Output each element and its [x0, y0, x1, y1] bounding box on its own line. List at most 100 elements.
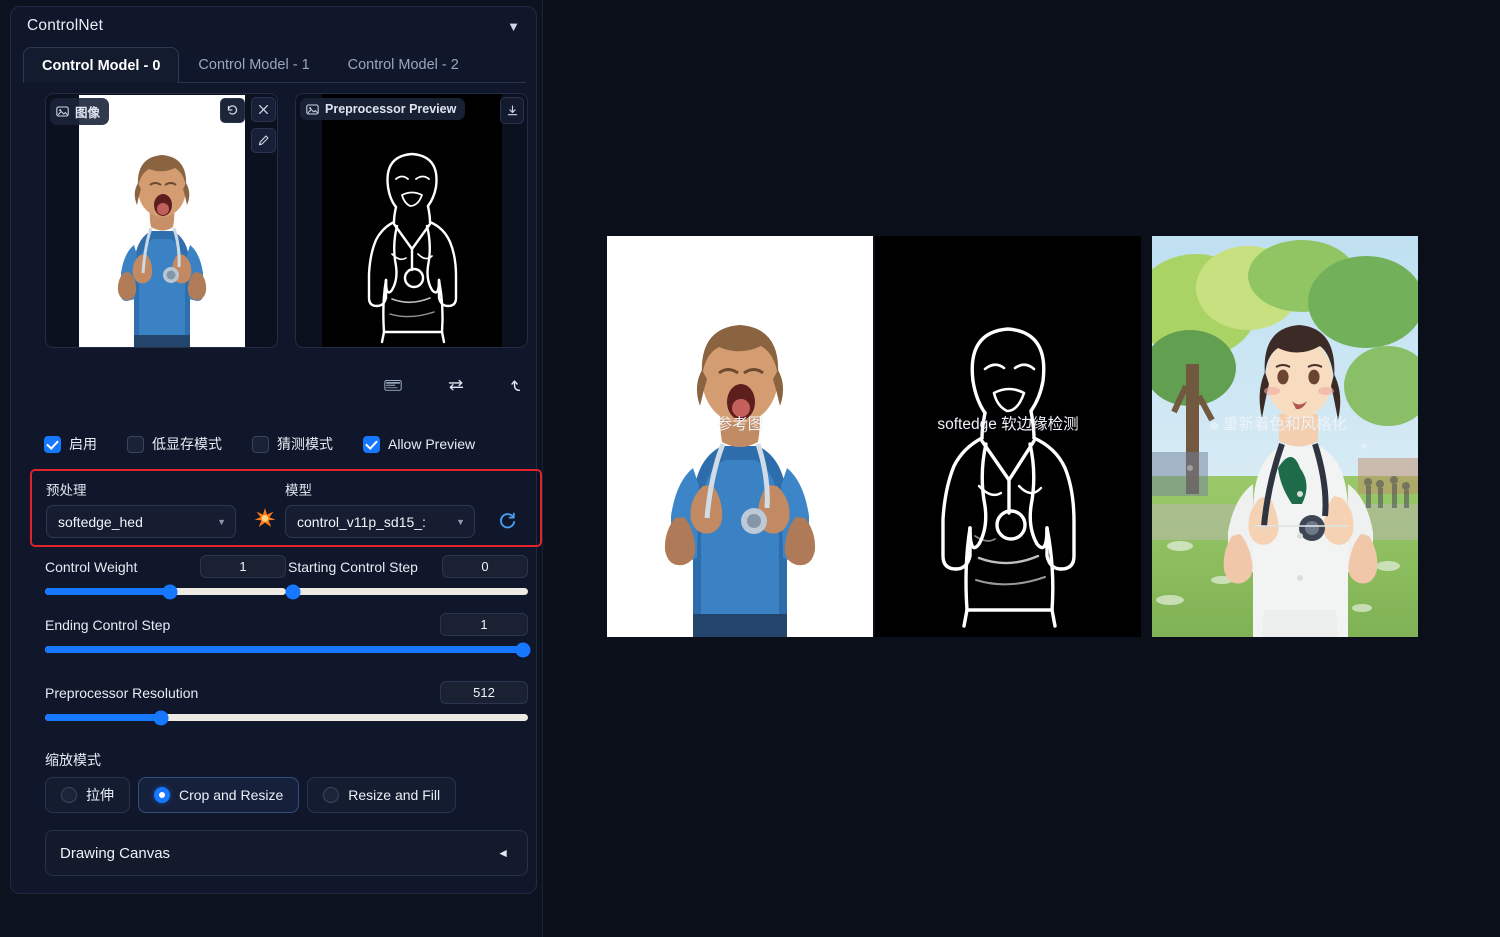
tab-bar: Control Model - 0 Control Model - 1 Cont…	[23, 47, 526, 83]
panel-header: ControlNet ▼	[11, 7, 536, 45]
slider-ending-control-step-knob[interactable]	[516, 642, 531, 657]
slider-preprocessor-resolution-label: Preprocessor Resolution	[45, 685, 198, 701]
upload-glyph	[510, 377, 528, 393]
slider-preprocessor-resolution-knob[interactable]	[153, 710, 168, 725]
run-preprocessor-button[interactable]	[254, 507, 276, 529]
checkbox-enable-box[interactable]	[44, 436, 61, 453]
checkbox-guess-mode-box[interactable]	[252, 436, 269, 453]
slider-starting-control-step-head: Starting Control Step 0	[288, 555, 528, 578]
close-icon[interactable]	[251, 97, 276, 122]
resize-mode-group: 拉伸 Crop and Resize Resize and Fill	[45, 777, 456, 813]
checkbox-low-vram-box[interactable]	[127, 436, 144, 453]
preprocessor-select[interactable]: softedge_hed ▼	[46, 505, 236, 538]
undo-icon[interactable]	[220, 98, 245, 123]
checkbox-enable-label: 启用	[69, 434, 97, 454]
radio-crop-and-resize[interactable]: Crop and Resize	[138, 777, 299, 813]
image-row: 图像	[33, 93, 533, 355]
checkbox-allow-preview-box[interactable]	[363, 436, 380, 453]
slider-starting-control-step-label: Starting Control Step	[288, 559, 418, 575]
model-field: 模型 control_v11p_sd15_: ▼	[285, 479, 475, 538]
preprocessor-label: 预处理	[46, 479, 236, 499]
slider-ending-control-step-track[interactable]	[45, 646, 528, 653]
checkbox-guess-mode-label: 猜测模式	[277, 434, 333, 454]
preprocessor-value: softedge_hed	[58, 514, 143, 530]
drawing-canvas-accordion[interactable]: Drawing Canvas ◄	[45, 830, 528, 876]
slider-control-weight-value[interactable]: 1	[200, 555, 286, 578]
tab-control-model-0[interactable]: Control Model - 0	[23, 47, 179, 83]
radio-stretch[interactable]: 拉伸	[45, 777, 130, 813]
slider-preprocessor-resolution-track[interactable]	[45, 714, 528, 721]
slider-control-weight-label: Control Weight	[45, 559, 137, 575]
options-checkbox-row: 启用 低显存模式 猜测模式 Allow Preview	[44, 432, 534, 456]
model-select[interactable]: control_v11p_sd15_: ▼	[285, 505, 475, 538]
anime-nurse-park-illustration	[1152, 236, 1418, 637]
spark-burst-icon	[254, 507, 276, 529]
gallery-item-softedge[interactable]	[875, 236, 1141, 637]
gallery-item-reference[interactable]	[607, 236, 873, 637]
image-input-badge: 图像	[50, 98, 109, 125]
radio-resize-and-fill-dot[interactable]	[323, 787, 339, 803]
radio-crop-and-resize-dot[interactable]	[154, 787, 170, 803]
close-glyph	[257, 103, 270, 116]
slider-control-weight-knob[interactable]	[163, 584, 178, 599]
edit-brush-glyph	[257, 134, 270, 147]
tab-control-model-1[interactable]: Control Model - 1	[179, 46, 328, 82]
slider-ending-control-step-fill	[45, 646, 528, 653]
edit-brush-icon[interactable]	[251, 128, 276, 153]
radio-resize-and-fill[interactable]: Resize and Fill	[307, 777, 456, 813]
radio-stretch-dot[interactable]	[61, 787, 77, 803]
page-title: ControlNet	[27, 17, 103, 35]
slider-preprocessor-resolution-head: Preprocessor Resolution 512	[45, 681, 528, 704]
slider-control-weight-track[interactable]	[45, 588, 286, 595]
controlnet-panel: ControlNet ▼ Control Model - 0 Control M…	[0, 0, 543, 937]
input-photo-canvas	[79, 95, 245, 348]
image-input-badge-label: 图像	[75, 102, 100, 121]
swap-glyph	[447, 377, 465, 393]
preprocessor-field: 预处理 softedge_hed ▼	[46, 479, 236, 538]
slider-starting-control-step-value[interactable]: 0	[442, 555, 528, 578]
camera-icon[interactable]	[381, 373, 406, 397]
slider-preprocessor-resolution-value[interactable]: 512	[440, 681, 528, 704]
upload-arrow-icon[interactable]	[506, 373, 531, 397]
slider-starting-control-step-track[interactable]	[288, 588, 528, 595]
resize-mode-label: 缩放模式	[45, 750, 101, 770]
slider-ending-control-step-head: Ending Control Step 1	[45, 613, 528, 636]
input-photo	[46, 94, 277, 347]
softedge-map-large	[875, 236, 1141, 637]
gallery-item-stylized[interactable]	[1152, 236, 1418, 637]
slider-ending-control-step-value[interactable]: 1	[440, 613, 528, 636]
swap-arrows-icon[interactable]	[444, 373, 469, 397]
checkbox-enable[interactable]: 启用	[44, 434, 97, 454]
model-value: control_v11p_sd15_:	[297, 514, 426, 530]
gallery-image-stylized	[1152, 236, 1418, 637]
radio-crop-and-resize-label: Crop and Resize	[179, 787, 283, 803]
gallery-caption-reference: 参考图	[607, 412, 873, 434]
slider-starting-control-step-knob[interactable]	[285, 584, 300, 599]
image-icon	[56, 105, 69, 118]
slider-control-weight-head: Control Weight 1	[45, 555, 286, 578]
image-tool-buttons	[251, 97, 553, 159]
gallery-caption-softedge: softedge 软边缘检测	[875, 412, 1141, 434]
slider-ending-control-step: Ending Control Step 1	[45, 613, 528, 653]
chevron-down-icon: ▼	[456, 517, 465, 527]
image-input-dropzone[interactable]: 图像	[45, 93, 278, 348]
slider-starting-control-step: Starting Control Step 0	[288, 555, 528, 595]
slider-control-weight: Control Weight 1	[45, 555, 286, 595]
refresh-icon	[498, 511, 517, 530]
chevron-down-icon[interactable]: ▼	[507, 20, 520, 33]
refresh-models-button[interactable]	[494, 507, 520, 533]
undo-glyph	[226, 104, 239, 117]
tab-control-model-2[interactable]: Control Model - 2	[329, 46, 478, 82]
checkbox-guess-mode[interactable]: 猜测模式	[252, 434, 333, 454]
radio-stretch-label: 拉伸	[86, 785, 114, 805]
chevron-left-icon[interactable]: ◄	[497, 846, 509, 860]
checkbox-low-vram[interactable]: 低显存模式	[127, 434, 222, 454]
nurse-photo-large	[607, 236, 873, 637]
controlnet-accordion: ControlNet ▼ Control Model - 0 Control M…	[10, 6, 537, 894]
checkbox-allow-preview[interactable]: Allow Preview	[363, 436, 475, 453]
slider-ending-control-step-label: Ending Control Step	[45, 617, 170, 633]
nurse-photo-illustration	[79, 95, 245, 348]
model-label: 模型	[285, 479, 475, 499]
checkbox-allow-preview-label: Allow Preview	[388, 436, 475, 452]
camera-glyph	[384, 377, 402, 393]
